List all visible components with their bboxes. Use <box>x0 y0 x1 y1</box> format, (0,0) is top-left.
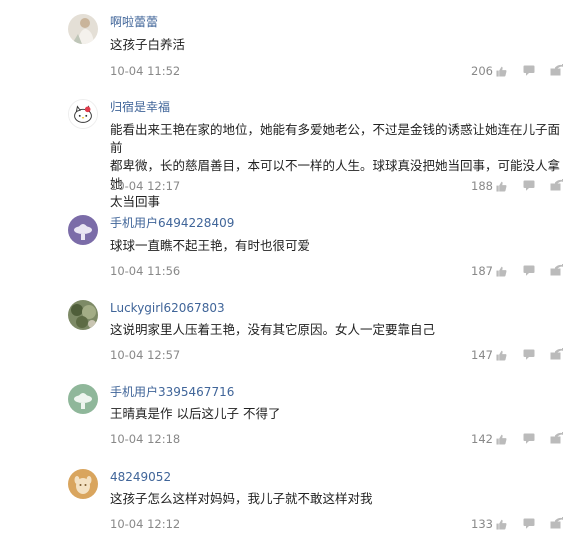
like-button[interactable]: 142 <box>455 431 507 447</box>
thumbs-up-icon <box>496 181 507 192</box>
like-count: 133 <box>471 517 493 531</box>
like-button[interactable]: 187 <box>455 263 507 279</box>
share-icon[interactable] <box>550 264 563 276</box>
comment-meta: 10-04 12:18 142 <box>110 431 570 447</box>
comment-line: 球球一直瞧不起王艳，有时也很可爱 <box>110 238 311 253</box>
like-count: 187 <box>471 264 493 278</box>
avatar-photo-icon <box>68 14 98 44</box>
comment-username[interactable]: 归宿是幸福 <box>110 99 170 115</box>
thumbs-up-icon <box>496 266 507 277</box>
comment-username[interactable]: Luckygirl62067803 <box>110 300 225 316</box>
comment-username[interactable]: 手机用户3395467716 <box>110 384 234 400</box>
avatar-photo-icon <box>68 300 98 330</box>
comment-text: 这说明家里人压着王艳，没有其它原因。女人一定要靠自己 <box>110 321 566 339</box>
reply-icon[interactable] <box>523 180 535 191</box>
like-button[interactable]: 206 <box>455 63 507 79</box>
comment-meta: 10-04 12:12 133 <box>110 516 570 532</box>
comment-username[interactable]: 48249052 <box>110 469 171 485</box>
like-count: 188 <box>471 179 493 193</box>
share-icon[interactable] <box>550 179 563 191</box>
share-icon[interactable] <box>550 64 563 76</box>
default-avatar-icon <box>68 384 98 414</box>
reply-icon[interactable] <box>523 518 535 529</box>
user-avatar[interactable] <box>68 300 98 330</box>
comment-text: 球球一直瞧不起王艳，有时也很可爱 <box>110 237 566 255</box>
reply-icon[interactable] <box>523 65 535 76</box>
comment-line: 王晴真是作 以后这儿子 不得了 <box>110 406 281 421</box>
default-avatar-icon <box>68 469 98 499</box>
default-avatar-icon <box>68 215 98 245</box>
share-icon[interactable] <box>550 517 563 529</box>
thumbs-up-icon <box>496 350 507 361</box>
comment-time: 10-04 12:57 <box>110 348 181 362</box>
comment-time: 10-04 11:56 <box>110 264 181 278</box>
comment-line: 太当回事 <box>110 194 161 209</box>
thumbs-up-icon <box>496 519 507 530</box>
comment-text: 这孩子白养活 <box>110 36 566 54</box>
reply-icon[interactable] <box>523 265 535 276</box>
comment-line: 这孩子怎么这样对妈妈，我儿子就不敢这样对我 <box>110 491 373 506</box>
comment-time: 10-04 12:18 <box>110 432 181 446</box>
user-avatar[interactable] <box>68 384 98 414</box>
comment-line: 这孩子白养活 <box>110 37 186 52</box>
comment-username[interactable]: 啊啦蕾蕾 <box>110 14 158 30</box>
comment-text: 这孩子怎么这样对妈妈，我儿子就不敢这样对我 <box>110 490 566 508</box>
user-avatar[interactable] <box>68 99 98 129</box>
comment-time: 10-04 11:52 <box>110 64 181 78</box>
comment-line: 能看出来王艳在家的地位，她能有多爱她老公，不过是金钱的诱惑让她连在儿子面前 <box>110 122 561 155</box>
comment-meta: 10-04 11:52 206 <box>110 63 570 79</box>
share-icon[interactable] <box>550 432 563 444</box>
comment-time: 10-04 12:12 <box>110 517 181 531</box>
like-button[interactable]: 147 <box>455 347 507 363</box>
comment-meta: 10-04 12:57 147 <box>110 347 570 363</box>
user-avatar[interactable] <box>68 14 98 44</box>
thumbs-up-icon <box>496 434 507 445</box>
hello-kitty-icon <box>69 100 97 128</box>
like-count: 206 <box>471 64 493 78</box>
comment-list: 啊啦蕾蕾 这孩子白养活 10-04 11:52 206 归宿是幸福 能看出来王艳… <box>0 0 585 535</box>
like-count: 142 <box>471 432 493 446</box>
comment-text: 能看出来王艳在家的地位，她能有多爱她老公，不过是金钱的诱惑让她连在儿子面前 都卑… <box>110 121 566 211</box>
comment-username[interactable]: 手机用户6494228409 <box>110 215 234 231</box>
user-avatar[interactable] <box>68 469 98 499</box>
comment-meta: 10-04 12:17 188 <box>110 178 570 194</box>
comment-line: 这说明家里人压着王艳，没有其它原因。女人一定要靠自己 <box>110 322 436 337</box>
share-icon[interactable] <box>550 348 563 360</box>
like-count: 147 <box>471 348 493 362</box>
reply-icon[interactable] <box>523 349 535 360</box>
comment-time: 10-04 12:17 <box>110 179 181 193</box>
like-button[interactable]: 133 <box>455 516 507 532</box>
thumbs-up-icon <box>496 66 507 77</box>
user-avatar[interactable] <box>68 215 98 245</box>
comment-text: 王晴真是作 以后这儿子 不得了 <box>110 405 566 423</box>
comment-meta: 10-04 11:56 187 <box>110 263 570 279</box>
like-button[interactable]: 188 <box>455 178 507 194</box>
reply-icon[interactable] <box>523 433 535 444</box>
